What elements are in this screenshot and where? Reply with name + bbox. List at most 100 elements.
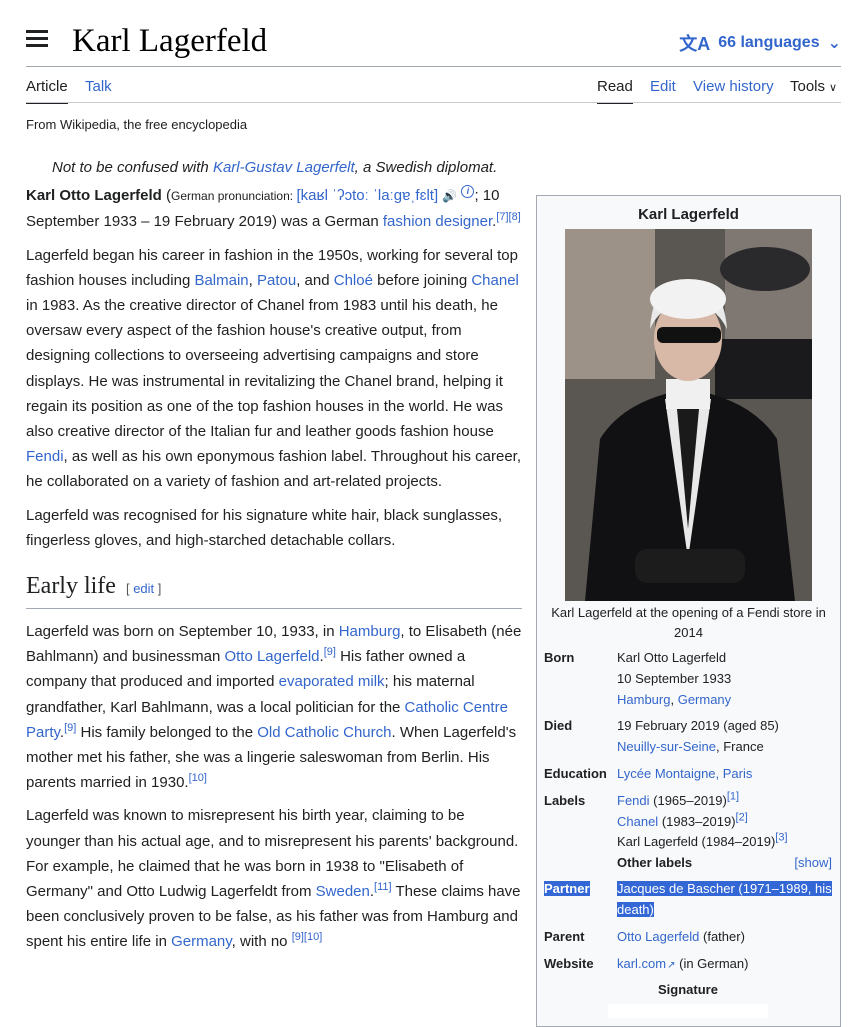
infobox-row-website: Website karl.com (in German) [544, 954, 832, 977]
tab-view-history[interactable]: View history [693, 78, 774, 95]
citation-ref[interactable]: [9] [324, 646, 336, 658]
born-name: Karl Otto Lagerfeld [617, 650, 727, 665]
infobox-row-partner: Partner Jacques de Bascher (1971–1989, h… [544, 879, 832, 921]
chloe-link[interactable]: Chloé [334, 272, 373, 289]
article-body: Not to be confused with Karl-Gustav Lage… [26, 152, 522, 963]
early-life-paragraph-2: Lagerfeld was known to misrepresent his … [26, 803, 522, 954]
infobox-row-born: Born Karl Otto Lagerfeld 10 September 19… [544, 648, 832, 710]
text: , and [296, 271, 334, 289]
fashion-designer-link[interactable]: fashion designer [383, 213, 492, 230]
infobox-row-labels: Labels Fendi (1965–2019)[1] Chanel (1983… [544, 791, 832, 853]
other-labels-title: Other labels [617, 855, 693, 871]
infobox-row-parent: Parent Otto Lagerfeld (father) [544, 927, 832, 948]
died-date: 19 February 2019 (aged 85) [617, 718, 779, 734]
germany-link[interactable]: Germany [171, 933, 232, 950]
text: , as well as his own eponymous fashion l… [26, 448, 522, 491]
sweden-link[interactable]: Sweden [316, 883, 370, 900]
fendi-link[interactable]: Fendi [26, 448, 64, 465]
infobox-row-education: Education Lycée Montaigne, Paris [544, 764, 832, 785]
died-value: 19 February 2019 (aged 85) Neuilly-sur-S… [617, 716, 832, 758]
citation-ref[interactable]: [9] [64, 722, 76, 734]
citation-ref[interactable]: [7][8] [496, 211, 520, 223]
patou-link[interactable]: Patou [257, 272, 296, 289]
chanel-link[interactable]: Chanel [617, 814, 658, 829]
infobox: Karl Lagerfeld Karl Lagerfeld at the ope… [536, 195, 841, 1027]
neuilly-link[interactable]: Neuilly-sur-Seine [617, 739, 716, 754]
otto-lagerfeld-link[interactable]: Otto Lagerfeld [617, 929, 699, 944]
tabs-divider [26, 102, 841, 103]
infobox-row-died: Died 19 February 2019 (aged 85) Neuilly-… [544, 716, 832, 758]
pronunciation-label: German pronunciation: [171, 189, 297, 204]
born-date: 10 September 1933 [617, 670, 732, 686]
hatnote-link[interactable]: Karl-Gustav Lagerfelt [213, 159, 355, 176]
evaporated-milk-link[interactable]: evaporated milk [279, 673, 385, 690]
career-paragraph: Lagerfeld began his career in fashion in… [26, 243, 522, 495]
appearance-paragraph: Lagerfeld was recognised for his signatu… [26, 506, 503, 549]
labels-value: Fendi (1965–2019)[1] Chanel (1983–2019)[… [617, 791, 832, 853]
infobox-title: Karl Lagerfeld [638, 206, 739, 223]
signature-image[interactable] [608, 1004, 768, 1019]
translate-icon: 文A [679, 34, 711, 54]
labels-label: Labels [544, 792, 586, 808]
otto-lagerfeld-link[interactable]: Otto Lagerfeld [224, 648, 319, 665]
text: Karl Lagerfeld (1984–2019) [617, 834, 776, 850]
other-labels-row: Other labels [show] [617, 853, 832, 873]
partner-value[interactable]: Jacques de Bascher (1971–1989, his death… [617, 881, 832, 917]
citation-ref[interactable]: [10] [189, 772, 207, 784]
germany-link[interactable]: Germany [678, 692, 731, 707]
info-icon[interactable]: i [461, 185, 475, 199]
ipa-link[interactable]: [kaʁl ˈʔɔtoː ˈlaːɡɐˌfɛlt] [296, 187, 438, 204]
edit-link-text[interactable]: edit [133, 581, 154, 596]
portrait-photo[interactable] [565, 229, 812, 601]
portrait-illustration [565, 229, 812, 601]
main-menu-icon[interactable] [26, 30, 48, 50]
site-tagline: From Wikipedia, the free encyclopedia [26, 117, 248, 132]
infobox-rows: Born Karl Otto Lagerfeld 10 September 19… [544, 648, 832, 1019]
tab-edit[interactable]: Edit [650, 78, 676, 95]
fendi-link[interactable]: Fendi [617, 793, 650, 808]
hamburg-link[interactable]: Hamburg [617, 692, 670, 707]
languages-button[interactable]: 文A 66 languages ⌄ [679, 30, 841, 56]
languages-label: 66 languages [718, 34, 820, 51]
citation-ref[interactable]: [2] [736, 811, 748, 823]
section-title: Early life [26, 573, 116, 600]
citation-ref[interactable]: [11] [374, 881, 392, 893]
lycee-montaigne-link[interactable]: Lycée Montaigne, Paris [617, 766, 752, 781]
text: before joining [372, 271, 472, 289]
hatnote-text: Not to be confused with [52, 159, 213, 176]
text: (in German) [675, 955, 749, 971]
page-title: Karl Lagerfeld [72, 23, 268, 59]
speaker-icon[interactable]: 🔊 [442, 189, 457, 203]
education-label: Education [544, 765, 607, 781]
show-toggle[interactable]: [show] [794, 853, 832, 873]
text: (1983–2019) [658, 813, 736, 829]
subject-name: Karl Otto Lagerfeld [26, 187, 162, 205]
text: , [670, 691, 678, 707]
old-catholic-church-link[interactable]: Old Catholic Church [257, 724, 391, 741]
citation-ref[interactable]: [9][10] [292, 931, 323, 943]
hamburg-link[interactable]: Hamburg [339, 623, 401, 640]
chanel-link[interactable]: Chanel [471, 272, 519, 289]
section-edit-link[interactable]: [ edit ] [126, 581, 161, 596]
hatnote-text-end: , a Swedish diplomat. [354, 159, 498, 176]
text: (father) [699, 928, 745, 944]
text: , [248, 271, 257, 289]
tab-talk[interactable]: Talk [85, 78, 112, 95]
chevron-down-icon: ⌄ [827, 35, 841, 52]
died-label: Died [544, 718, 573, 734]
website-link[interactable]: karl.com [617, 956, 676, 971]
text: Lagerfeld was born on September 10, 1933… [26, 623, 339, 641]
citation-ref[interactable]: [1] [727, 790, 739, 802]
text: , France [715, 739, 764, 755]
text: , with no [231, 933, 288, 951]
tools-menu[interactable]: Tools ∨ [790, 78, 837, 95]
parent-label: Parent [544, 928, 585, 944]
partner-label-cell: Partner [544, 879, 617, 921]
chevron-down-icon: ∨ [829, 82, 838, 94]
tab-read[interactable]: Read [597, 78, 633, 104]
partner-value-cell: Jacques de Bascher (1971–1989, his death… [617, 879, 832, 921]
citation-ref[interactable]: [3] [775, 832, 787, 844]
balmain-link[interactable]: Balmain [194, 272, 248, 289]
tab-article[interactable]: Article [26, 78, 68, 104]
born-label: Born [544, 650, 575, 665]
